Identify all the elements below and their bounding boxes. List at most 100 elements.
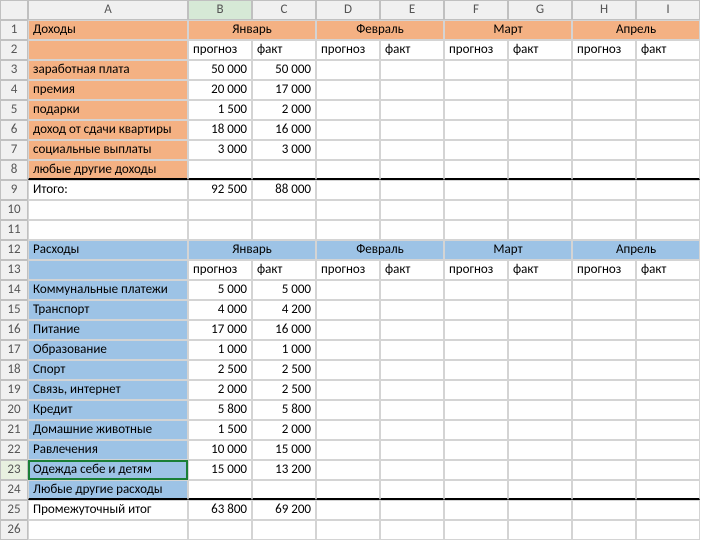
blank-11-4[interactable]: [444, 220, 508, 240]
expenses-empty-3-2[interactable]: [444, 340, 508, 360]
select-all-corner[interactable]: [0, 0, 28, 20]
income-empty-3-2[interactable]: [444, 120, 508, 140]
row-header-15[interactable]: 15: [0, 300, 28, 320]
income-empty-4-5[interactable]: [636, 140, 700, 160]
expenses-total-fact[interactable]: 69 200: [252, 500, 316, 520]
income-total-empty-0[interactable]: [316, 180, 380, 200]
expenses-month-2[interactable]: Март: [444, 240, 572, 260]
income-empty-1-5[interactable]: [636, 80, 700, 100]
income-empty-4-2[interactable]: [444, 140, 508, 160]
column-header-B[interactable]: B: [188, 0, 252, 20]
expenses-empty-2-1[interactable]: [380, 320, 444, 340]
blank-A-10[interactable]: [28, 200, 188, 220]
expenses-empty-8-2[interactable]: [444, 440, 508, 460]
expenses-empty-10-2[interactable]: [444, 480, 508, 500]
expenses-empty-1-2[interactable]: [444, 300, 508, 320]
expenses-forecast-4[interactable]: 2 500: [188, 360, 252, 380]
expenses-label-3[interactable]: Образование: [28, 340, 188, 360]
row-header-21[interactable]: 21: [0, 420, 28, 440]
income-total-empty-3[interactable]: [508, 180, 572, 200]
expenses-empty-5-5[interactable]: [636, 380, 700, 400]
row-header-10[interactable]: 10: [0, 200, 28, 220]
blank-10-0[interactable]: [188, 200, 252, 220]
blank-11-7[interactable]: [636, 220, 700, 240]
row-header-12[interactable]: 12: [0, 240, 28, 260]
income-empty-1-3[interactable]: [508, 80, 572, 100]
row-header-3[interactable]: 3: [0, 60, 28, 80]
income-month-1[interactable]: Февраль: [316, 20, 444, 40]
blank-26-2[interactable]: [316, 520, 380, 540]
income-empty-2-4[interactable]: [572, 100, 636, 120]
blank-10-7[interactable]: [636, 200, 700, 220]
blank-11-5[interactable]: [508, 220, 572, 240]
income-empty-5-2[interactable]: [444, 160, 508, 180]
row-header-5[interactable]: 5: [0, 100, 28, 120]
expenses-forecast-2[interactable]: 17 000: [188, 320, 252, 340]
expenses-fact-0[interactable]: 5 000: [252, 280, 316, 300]
income-fact-5[interactable]: [252, 160, 316, 180]
income-total-empty-1[interactable]: [380, 180, 444, 200]
blank-26-5[interactable]: [508, 520, 572, 540]
column-header-H[interactable]: H: [572, 0, 636, 20]
income-total-empty-2[interactable]: [444, 180, 508, 200]
expenses-empty-9-0[interactable]: [316, 460, 380, 480]
expenses-empty-10-1[interactable]: [380, 480, 444, 500]
income-empty-3-4[interactable]: [572, 120, 636, 140]
row-header-13[interactable]: 13: [0, 260, 28, 280]
expenses-sub-fact-0[interactable]: факт: [252, 260, 316, 280]
blank-11-3[interactable]: [380, 220, 444, 240]
expenses-fact-7[interactable]: 2 000: [252, 420, 316, 440]
expenses-total-empty-5[interactable]: [636, 500, 700, 520]
blank-11-2[interactable]: [316, 220, 380, 240]
income-empty-0-2[interactable]: [444, 60, 508, 80]
expenses-fact-8[interactable]: 15 000: [252, 440, 316, 460]
expenses-forecast-6[interactable]: 5 800: [188, 400, 252, 420]
row-header-4[interactable]: 4: [0, 80, 28, 100]
expenses-sub-forecast-0[interactable]: прогноз: [188, 260, 252, 280]
income-fact-4[interactable]: 3 000: [252, 140, 316, 160]
expenses-empty-1-4[interactable]: [572, 300, 636, 320]
income-total-empty-5[interactable]: [636, 180, 700, 200]
expenses-fact-10[interactable]: [252, 480, 316, 500]
income-empty-2-1[interactable]: [380, 100, 444, 120]
blank-26-4[interactable]: [444, 520, 508, 540]
income-sub-blank[interactable]: [28, 40, 188, 60]
income-empty-0-3[interactable]: [508, 60, 572, 80]
expenses-empty-7-2[interactable]: [444, 420, 508, 440]
blank-10-1[interactable]: [252, 200, 316, 220]
income-forecast-5[interactable]: [188, 160, 252, 180]
expenses-empty-9-2[interactable]: [444, 460, 508, 480]
expenses-empty-8-1[interactable]: [380, 440, 444, 460]
income-empty-3-3[interactable]: [508, 120, 572, 140]
income-total-empty-4[interactable]: [572, 180, 636, 200]
expenses-empty-10-5[interactable]: [636, 480, 700, 500]
blank-26-1[interactable]: [252, 520, 316, 540]
expenses-empty-0-2[interactable]: [444, 280, 508, 300]
income-empty-3-5[interactable]: [636, 120, 700, 140]
expenses-empty-3-4[interactable]: [572, 340, 636, 360]
expenses-label-4[interactable]: Спорт: [28, 360, 188, 380]
income-total-fact[interactable]: 88 000: [252, 180, 316, 200]
expenses-empty-6-4[interactable]: [572, 400, 636, 420]
expenses-empty-6-3[interactable]: [508, 400, 572, 420]
income-empty-1-1[interactable]: [380, 80, 444, 100]
column-header-G[interactable]: G: [508, 0, 572, 20]
expenses-empty-2-5[interactable]: [636, 320, 700, 340]
expenses-empty-7-0[interactable]: [316, 420, 380, 440]
spreadsheet-grid[interactable]: ABCDEFGHI1ДоходыЯнварьФевральМартАпрель2…: [0, 0, 700, 540]
blank-10-6[interactable]: [572, 200, 636, 220]
income-empty-4-1[interactable]: [380, 140, 444, 160]
row-header-8[interactable]: 8: [0, 160, 28, 180]
expenses-fact-5[interactable]: 2 500: [252, 380, 316, 400]
income-total-label[interactable]: Итого:: [28, 180, 188, 200]
row-header-23[interactable]: 23: [0, 460, 28, 480]
income-empty-4-3[interactable]: [508, 140, 572, 160]
income-empty-4-4[interactable]: [572, 140, 636, 160]
income-sub-forecast-0[interactable]: прогноз: [188, 40, 252, 60]
income-empty-1-4[interactable]: [572, 80, 636, 100]
column-header-A[interactable]: A: [28, 0, 188, 20]
expenses-month-3[interactable]: Апрель: [572, 240, 700, 260]
expenses-empty-0-4[interactable]: [572, 280, 636, 300]
expenses-empty-5-0[interactable]: [316, 380, 380, 400]
expenses-forecast-8[interactable]: 10 000: [188, 440, 252, 460]
